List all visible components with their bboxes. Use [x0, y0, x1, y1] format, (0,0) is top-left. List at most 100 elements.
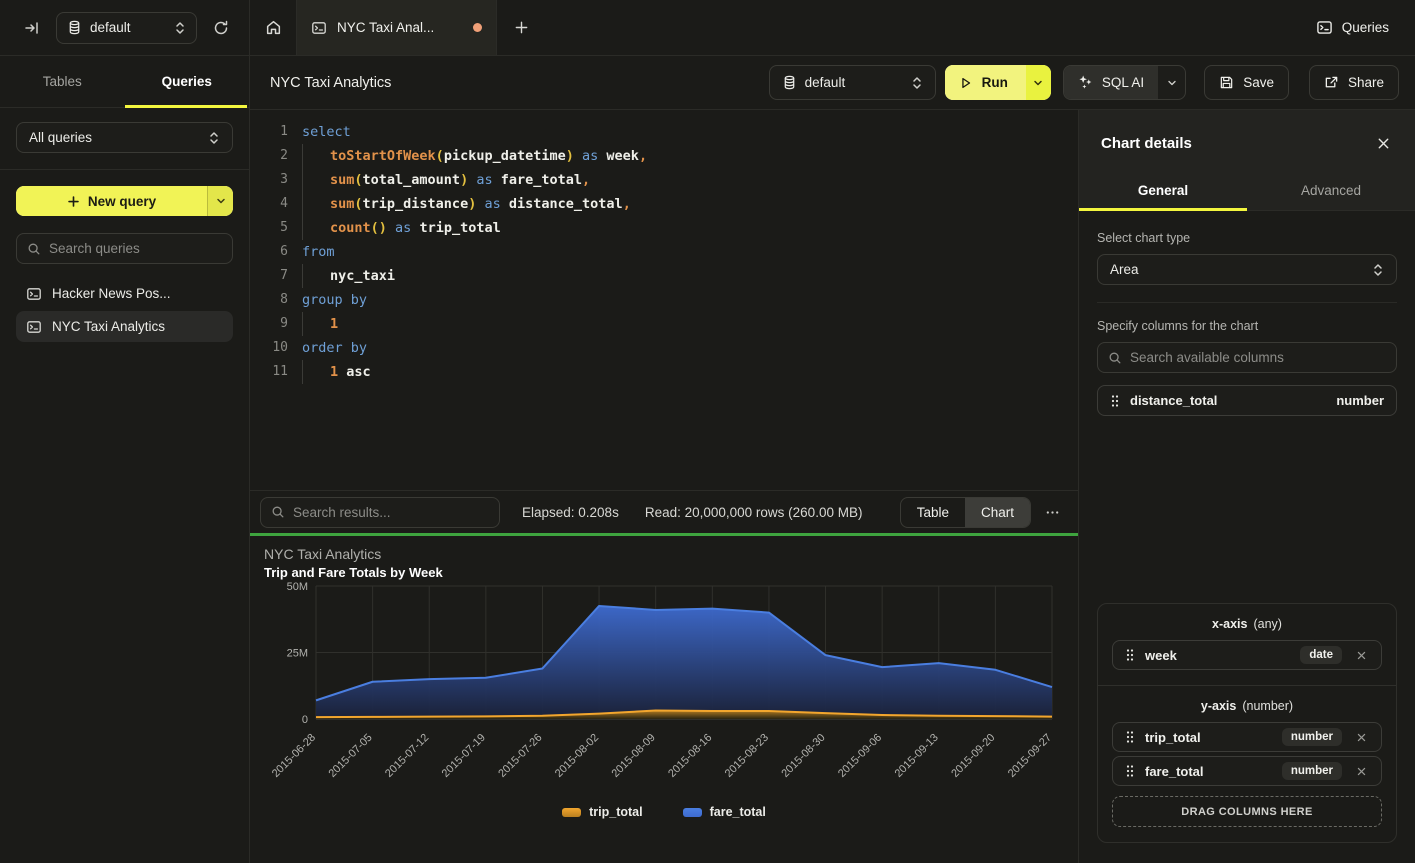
- legend-label: trip_total: [589, 805, 642, 819]
- code-line[interactable]: 1select: [258, 120, 1078, 144]
- tab-nyc-taxi-analytics[interactable]: NYC Taxi Anal...: [297, 0, 497, 55]
- run-database-selector[interactable]: default: [769, 65, 936, 100]
- line-number: 5: [258, 216, 288, 240]
- view-chart-button[interactable]: Chart: [965, 498, 1030, 527]
- remove-column-button[interactable]: [1352, 764, 1371, 779]
- line-number: 10: [258, 336, 288, 360]
- search-queries-input[interactable]: [49, 241, 222, 256]
- x-axis-hint: (any): [1253, 617, 1281, 631]
- code-text: sum(total_amount) as fare_total,: [288, 168, 590, 192]
- code-line[interactable]: 91: [258, 312, 1078, 336]
- run-options-caret[interactable]: [1026, 65, 1051, 100]
- run-button-main: Run: [945, 65, 1026, 100]
- new-tab-button[interactable]: [497, 0, 545, 55]
- new-query-button[interactable]: New query: [16, 186, 233, 216]
- code-line[interactable]: 111 asc: [258, 360, 1078, 384]
- code-text: 1: [288, 312, 338, 336]
- query-actions: default Run: [769, 65, 1399, 100]
- close-panel-button[interactable]: [1374, 134, 1393, 153]
- sql-ai-caret[interactable]: [1158, 66, 1185, 99]
- search-results-input[interactable]: [293, 505, 489, 520]
- new-query-caret[interactable]: [207, 186, 233, 216]
- home-tab-button[interactable]: [250, 0, 297, 55]
- panel-spacer: [1097, 416, 1397, 603]
- code-text: count() as trip_total: [288, 216, 501, 240]
- drag-handle-icon: [1125, 764, 1135, 778]
- code-text: from: [288, 240, 335, 264]
- svg-text:2015-08-02: 2015-08-02: [553, 732, 601, 780]
- y-axis-column-trip-total[interactable]: trip_total number: [1112, 722, 1382, 752]
- tab-queries-label: Queries: [162, 74, 212, 89]
- line-number: 9: [258, 312, 288, 336]
- code-text: toStartOfWeek(pickup_datetime) as week,: [288, 144, 647, 168]
- share-button[interactable]: Share: [1309, 65, 1399, 100]
- svg-text:2015-09-27: 2015-09-27: [1006, 732, 1054, 780]
- query-title: NYC Taxi Analytics: [270, 75, 391, 91]
- y-axis-column-fare-total[interactable]: fare_total number: [1112, 756, 1382, 786]
- refresh-button[interactable]: [207, 14, 235, 42]
- close-icon: [1356, 732, 1367, 743]
- drag-columns-dropzone[interactable]: DRAG COLUMNS HERE: [1112, 796, 1382, 827]
- legend-label: fare_total: [710, 805, 766, 819]
- code-line[interactable]: 5count() as trip_total: [258, 216, 1078, 240]
- chart-type-select[interactable]: Area: [1097, 254, 1397, 285]
- chevron-down-icon: [1032, 77, 1044, 89]
- editor-column: 1select2toStartOfWeek(pickup_datetime) a…: [250, 110, 1078, 863]
- code-line[interactable]: 10order by: [258, 336, 1078, 360]
- drag-handle-icon: [1110, 394, 1120, 408]
- legend-item-fare_total[interactable]: fare_total: [683, 805, 766, 819]
- save-button[interactable]: Save: [1204, 65, 1289, 100]
- code-line[interactable]: 6from: [258, 240, 1078, 264]
- home-icon: [265, 19, 282, 36]
- results-more-button[interactable]: [1039, 501, 1066, 524]
- search-queries-box: [16, 233, 233, 264]
- play-icon: [959, 76, 973, 90]
- close-icon: [1356, 650, 1367, 661]
- y-axis-hint: (number): [1242, 699, 1293, 713]
- tab-tables[interactable]: Tables: [0, 56, 125, 107]
- remove-column-button[interactable]: [1352, 648, 1371, 663]
- tab-queries[interactable]: Queries: [125, 56, 250, 107]
- top-bar: default NYC Taxi Anal... Queries: [0, 0, 1415, 56]
- code-line[interactable]: 7nyc_taxi: [258, 264, 1078, 288]
- line-number: 7: [258, 264, 288, 288]
- panel-content: Select chart type Area Specify columns f…: [1079, 211, 1415, 863]
- code-line[interactable]: 2toStartOfWeek(pickup_datetime) as week,: [258, 144, 1078, 168]
- chevron-updown-icon: [208, 131, 220, 145]
- code-line[interactable]: 8group by: [258, 288, 1078, 312]
- available-column-distance-total[interactable]: distance_total number: [1097, 385, 1397, 416]
- legend-item-trip_total[interactable]: trip_total: [562, 805, 642, 819]
- query-filter-select[interactable]: All queries: [16, 122, 233, 153]
- queries-menu-label: Queries: [1342, 20, 1389, 35]
- run-button[interactable]: Run: [945, 65, 1051, 100]
- code-line[interactable]: 3sum(total_amount) as fare_total,: [258, 168, 1078, 192]
- svg-text:2015-08-30: 2015-08-30: [779, 732, 827, 780]
- chart-canvas: 025M50M2015-06-282015-07-052015-07-12201…: [264, 580, 1060, 802]
- app-window: default NYC Taxi Anal... Queries: [0, 0, 1415, 863]
- tab-general[interactable]: General: [1079, 173, 1247, 210]
- sql-editor[interactable]: 1select2toStartOfWeek(pickup_datetime) a…: [250, 110, 1078, 490]
- search-columns-input[interactable]: [1130, 350, 1386, 365]
- terminal-icon: [1316, 19, 1333, 36]
- topbar-left: default: [0, 0, 250, 55]
- search-columns-box: [1097, 342, 1397, 373]
- query-list-item-nyc-taxi[interactable]: NYC Taxi Analytics: [16, 311, 233, 342]
- tab-advanced[interactable]: Advanced: [1247, 173, 1415, 210]
- x-axis-column-week[interactable]: week date: [1112, 640, 1382, 670]
- sql-ai-button[interactable]: SQL AI: [1063, 65, 1186, 100]
- view-table-button[interactable]: Table: [901, 498, 965, 527]
- more-dots-icon: [1045, 505, 1060, 520]
- code-line[interactable]: 4sum(trip_distance) as distance_total,: [258, 192, 1078, 216]
- queries-menu-button[interactable]: Queries: [1290, 0, 1415, 55]
- query-list-item-hacker-news[interactable]: Hacker News Pos...: [16, 278, 233, 309]
- drag-handle-icon: [1125, 648, 1135, 662]
- line-number: 11: [258, 360, 288, 384]
- results-chart: 025M50M2015-06-282015-07-052015-07-12201…: [264, 580, 1064, 805]
- y-axis-header: y-axis (number): [1112, 699, 1382, 713]
- database-selector[interactable]: default: [56, 12, 197, 44]
- svg-text:2015-07-19: 2015-07-19: [440, 732, 488, 780]
- sidebar-tabs: Tables Queries: [0, 56, 249, 108]
- collapse-sidebar-button[interactable]: [18, 14, 46, 42]
- new-query-main: New query: [16, 186, 207, 216]
- remove-column-button[interactable]: [1352, 730, 1371, 745]
